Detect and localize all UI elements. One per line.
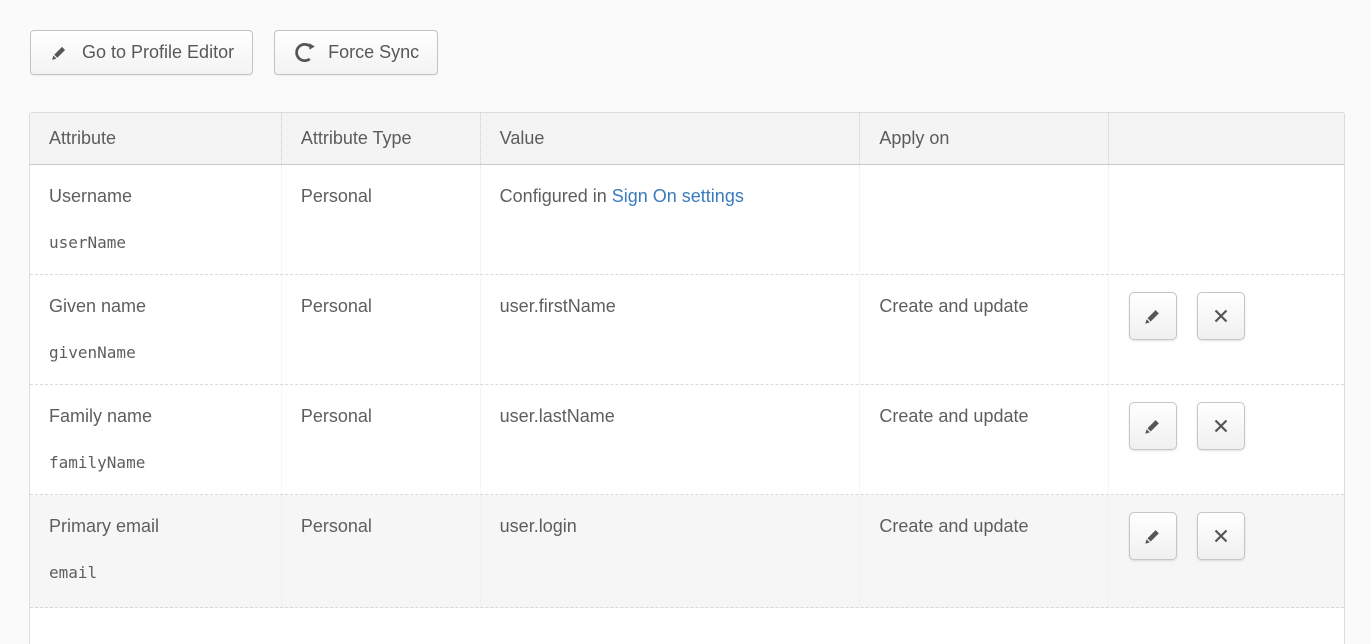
go-to-profile-editor-button[interactable]: Go to Profile Editor bbox=[30, 30, 253, 75]
value-prefix: Configured in bbox=[500, 186, 612, 206]
attribute-type: Personal bbox=[301, 515, 464, 537]
attribute-type: Personal bbox=[301, 185, 464, 207]
table-row-given-name: Given name givenName Personal user.first… bbox=[30, 275, 1344, 385]
delete-mapping-button[interactable] bbox=[1197, 292, 1245, 340]
attribute-mappings-table: Attribute Attribute Type Value Apply on … bbox=[29, 112, 1345, 644]
attribute-name: givenName bbox=[49, 343, 265, 362]
value-text: user.firstName bbox=[500, 295, 844, 317]
row-actions bbox=[1108, 385, 1344, 494]
table-row-username: Username userName Personal Configured in… bbox=[30, 165, 1344, 275]
value-text: Configured in Sign On settings bbox=[500, 185, 844, 207]
column-header-attribute: Attribute bbox=[30, 113, 281, 164]
table-row-family-name: Family name familyName Personal user.las… bbox=[30, 385, 1344, 495]
edit-mapping-button[interactable] bbox=[1129, 292, 1177, 340]
value-text: user.lastName bbox=[500, 405, 844, 427]
attribute-name: userName bbox=[49, 233, 265, 252]
attribute-name: email bbox=[49, 563, 265, 582]
toolbar: Go to Profile Editor Force Sync bbox=[30, 30, 438, 75]
refresh-icon bbox=[293, 41, 316, 64]
apply-on-text: Create and update bbox=[879, 515, 1092, 537]
row-actions bbox=[1108, 495, 1344, 607]
pencil-icon bbox=[1142, 525, 1164, 547]
table-row-primary-email: Primary email email Personal user.login … bbox=[30, 495, 1344, 608]
table-row-partial bbox=[30, 608, 1344, 644]
attribute-label: Username bbox=[49, 185, 265, 207]
row-actions bbox=[1108, 275, 1344, 384]
attribute-type: Personal bbox=[301, 405, 464, 427]
pencil-icon bbox=[49, 42, 70, 63]
delete-mapping-button[interactable] bbox=[1197, 402, 1245, 450]
sign-on-settings-link[interactable]: Sign On settings bbox=[612, 186, 744, 206]
apply-on-text: Create and update bbox=[879, 295, 1092, 317]
force-sync-label: Force Sync bbox=[328, 42, 419, 63]
column-header-value: Value bbox=[480, 113, 860, 164]
pencil-icon bbox=[1142, 415, 1164, 437]
x-icon bbox=[1211, 526, 1231, 546]
column-header-actions bbox=[1108, 113, 1344, 164]
x-icon bbox=[1211, 306, 1231, 326]
attribute-label: Primary email bbox=[49, 515, 265, 537]
attribute-label: Family name bbox=[49, 405, 265, 427]
pencil-icon bbox=[1142, 305, 1164, 327]
attribute-name: familyName bbox=[49, 453, 265, 472]
value-text: user.login bbox=[500, 515, 844, 537]
edit-mapping-button[interactable] bbox=[1129, 402, 1177, 450]
attribute-label: Given name bbox=[49, 295, 265, 317]
x-icon bbox=[1211, 416, 1231, 436]
go-to-profile-editor-label: Go to Profile Editor bbox=[82, 42, 234, 63]
delete-mapping-button[interactable] bbox=[1197, 512, 1245, 560]
apply-on-text: Create and update bbox=[879, 405, 1092, 427]
edit-mapping-button[interactable] bbox=[1129, 512, 1177, 560]
table-header: Attribute Attribute Type Value Apply on bbox=[30, 113, 1344, 165]
column-header-apply-on: Apply on bbox=[859, 113, 1108, 164]
attribute-type: Personal bbox=[301, 295, 464, 317]
column-header-attribute-type: Attribute Type bbox=[281, 113, 480, 164]
force-sync-button[interactable]: Force Sync bbox=[274, 30, 438, 75]
